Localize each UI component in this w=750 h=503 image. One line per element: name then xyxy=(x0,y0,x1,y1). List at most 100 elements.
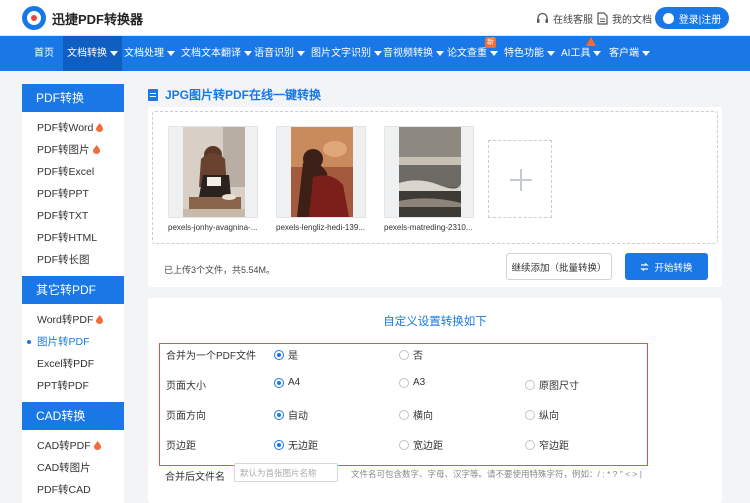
sidebar-item-label: PDF转TXT xyxy=(37,210,89,222)
chevron-down-icon xyxy=(642,50,650,56)
my-documents-link[interactable]: 我的文档 xyxy=(597,11,652,26)
option-label: 宽边距 xyxy=(413,441,443,452)
sidebar-item-pdf-to-excel[interactable]: PDF转Excel xyxy=(22,161,124,183)
headset-icon xyxy=(537,12,548,23)
sidebar-item-label: 图片转PDF xyxy=(37,336,90,348)
upload-status: 已上传3个文件，共5.54M。 xyxy=(164,265,276,275)
nav-home[interactable]: 首页 xyxy=(34,36,54,71)
sidebar-item-label: PPT转PDF xyxy=(37,380,89,392)
file-name: pexels-lengliz-hedi-139... xyxy=(276,223,365,232)
sidebar-item-label: PDF转图片 xyxy=(37,144,90,156)
option-label: 横向 xyxy=(413,411,433,422)
file-thumbnail[interactable] xyxy=(384,126,474,218)
radio-checked[interactable] xyxy=(274,439,284,450)
sidebar-item-pdf-to-image[interactable]: PDF转图片 xyxy=(22,139,124,161)
option-label: A3 xyxy=(413,377,426,388)
customer-service-label: 在线客服 xyxy=(553,15,593,26)
nav-speech-recognition[interactable]: 语音识别 xyxy=(254,36,305,71)
logo[interactable]: 迅捷PDF转换器 xyxy=(22,6,143,30)
nav-client[interactable]: 客户端 xyxy=(609,36,650,71)
start-convert-label: 开始转换 xyxy=(654,262,693,274)
file-thumbnail[interactable] xyxy=(276,126,366,218)
nav-label: 图片文字识别 xyxy=(311,48,371,59)
page-orientation-label: 页面方向 xyxy=(166,411,206,422)
radio-checked[interactable] xyxy=(274,349,284,360)
nav-label: 客户端 xyxy=(609,48,639,59)
sidebar-item-label: PDF转CAD xyxy=(37,484,91,496)
nav-text-translate[interactable]: 文档文本翻译 xyxy=(181,36,252,71)
logo-text: 迅捷PDF转换器 xyxy=(52,11,144,27)
sidebar-section-title: 其它转PDF xyxy=(22,276,124,304)
margin-narrow-option[interactable]: 窄边距 xyxy=(525,437,569,452)
add-more-files-button[interactable]: 继续添加（批量转换） xyxy=(506,253,612,280)
nav-image-ocr[interactable]: 图片文字识别 xyxy=(311,36,382,71)
customer-service-link[interactable]: 在线客服 xyxy=(536,11,593,26)
sidebar-item-pdf-to-word[interactable]: PDF转Word xyxy=(22,117,124,139)
login-register-label: 登录|注册 xyxy=(678,14,722,26)
option-label: 原图尺寸 xyxy=(539,381,579,392)
merge-yes-option[interactable]: 是 xyxy=(274,347,298,362)
sidebar-item-label: PDF转HTML xyxy=(37,232,98,244)
file-name: pexels-jonhy-avagnina-... xyxy=(168,223,258,232)
sidebar-item-label: PDF转Excel xyxy=(37,166,95,178)
orientation-portrait-option[interactable]: 纵向 xyxy=(525,407,559,422)
radio-unchecked[interactable] xyxy=(399,377,409,388)
login-register-button[interactable]: 登录|注册 xyxy=(655,7,729,29)
merge-label: 合并为一个PDF文件 xyxy=(166,351,256,362)
start-convert-button[interactable]: 开始转换 xyxy=(625,253,708,280)
flame-icon xyxy=(96,315,104,324)
orientation-landscape-option[interactable]: 横向 xyxy=(399,407,433,422)
filename-hint: 文件名可包含数字、字母、汉字等。请不要使用特殊字符，例如：/ : * ? " <… xyxy=(351,469,642,479)
top-header: 迅捷PDF转换器 在线客服 我的文档 登录|注册 xyxy=(0,0,750,36)
nav-document-process[interactable]: 文档处理 xyxy=(124,36,175,71)
page-size-label: 页面大小 xyxy=(166,381,206,392)
merged-filename-input[interactable] xyxy=(234,463,338,482)
settings-panel: 自定义设置转换如下 合并为一个PDF文件 是 否 页面大小 A4 A3 原图尺寸… xyxy=(148,298,722,503)
merge-no-option[interactable]: 否 xyxy=(399,347,423,362)
margin-wide-option[interactable]: 宽边距 xyxy=(399,437,443,452)
nav-label: AI工具 xyxy=(561,48,591,59)
sidebar-item-excel-to-pdf[interactable]: Excel转PDF xyxy=(22,353,124,375)
sidebar-item-cad-to-image[interactable]: CAD转图片 xyxy=(22,457,124,479)
flame-icon xyxy=(92,145,100,154)
sidebar-item-pdf-to-html[interactable]: PDF转HTML xyxy=(22,227,124,249)
file-dropzone[interactable]: pexels-jonhy-avagnina-... pexels-lengliz… xyxy=(152,111,718,244)
sidebar-item-pdf-to-txt[interactable]: PDF转TXT xyxy=(22,205,124,227)
sidebar-item-word-to-pdf[interactable]: Word转PDF xyxy=(22,309,124,331)
radio-unchecked[interactable] xyxy=(399,349,409,360)
chevron-down-icon xyxy=(374,50,382,56)
sidebar-item-image-to-pdf[interactable]: 图片转PDF xyxy=(22,331,124,353)
sidebar-item-cad-to-pdf[interactable]: CAD转PDF xyxy=(22,435,124,457)
margin-none-option[interactable]: 无边距 xyxy=(274,437,318,452)
nav-document-convert[interactable]: 文档转换 xyxy=(63,36,122,71)
orientation-auto-option[interactable]: 自动 xyxy=(274,407,308,422)
sidebar-item-ppt-to-pdf[interactable]: PPT转PDF xyxy=(22,375,124,397)
file-name: pexels-matreding-2310... xyxy=(384,223,473,232)
radio-unchecked[interactable] xyxy=(525,409,535,420)
add-file-plus-icon[interactable] xyxy=(488,140,552,218)
sidebar-section-title: CAD转换 xyxy=(22,402,124,430)
radio-checked[interactable] xyxy=(274,377,284,388)
radio-unchecked[interactable] xyxy=(399,439,409,450)
page-size-a3-option[interactable]: A3 xyxy=(399,377,425,388)
margin-label: 页边距 xyxy=(166,441,196,452)
merged-filename-label: 合并后文件名 xyxy=(165,472,225,483)
page-size-original-option[interactable]: 原图尺寸 xyxy=(525,377,579,392)
page-title-row: JPG图片转PDF在线一键转换 xyxy=(148,86,321,103)
sidebar: PDF转换 PDF转Word PDF转图片 PDF转Excel PDF转PPT … xyxy=(22,84,124,503)
sidebar-item-label: PDF转长图 xyxy=(37,254,90,266)
option-label: 纵向 xyxy=(539,411,559,422)
sidebar-item-pdf-to-long-image[interactable]: PDF转长图 xyxy=(22,249,124,271)
radio-checked[interactable] xyxy=(274,409,284,420)
nav-special-features[interactable]: 特色功能 xyxy=(504,36,555,71)
radio-unchecked[interactable] xyxy=(399,409,409,420)
file-thumbnail[interactable] xyxy=(168,126,258,218)
radio-unchecked[interactable] xyxy=(525,439,535,450)
radio-unchecked[interactable] xyxy=(525,379,535,390)
chevron-down-icon xyxy=(167,50,175,56)
page-size-a4-option[interactable]: A4 xyxy=(274,377,300,388)
nav-av-convert[interactable]: 音视频转换 xyxy=(383,36,444,71)
my-documents-label: 我的文档 xyxy=(612,15,652,26)
sidebar-item-pdf-to-cad[interactable]: PDF转CAD xyxy=(22,479,124,501)
sidebar-item-pdf-to-ppt[interactable]: PDF转PPT xyxy=(22,183,124,205)
